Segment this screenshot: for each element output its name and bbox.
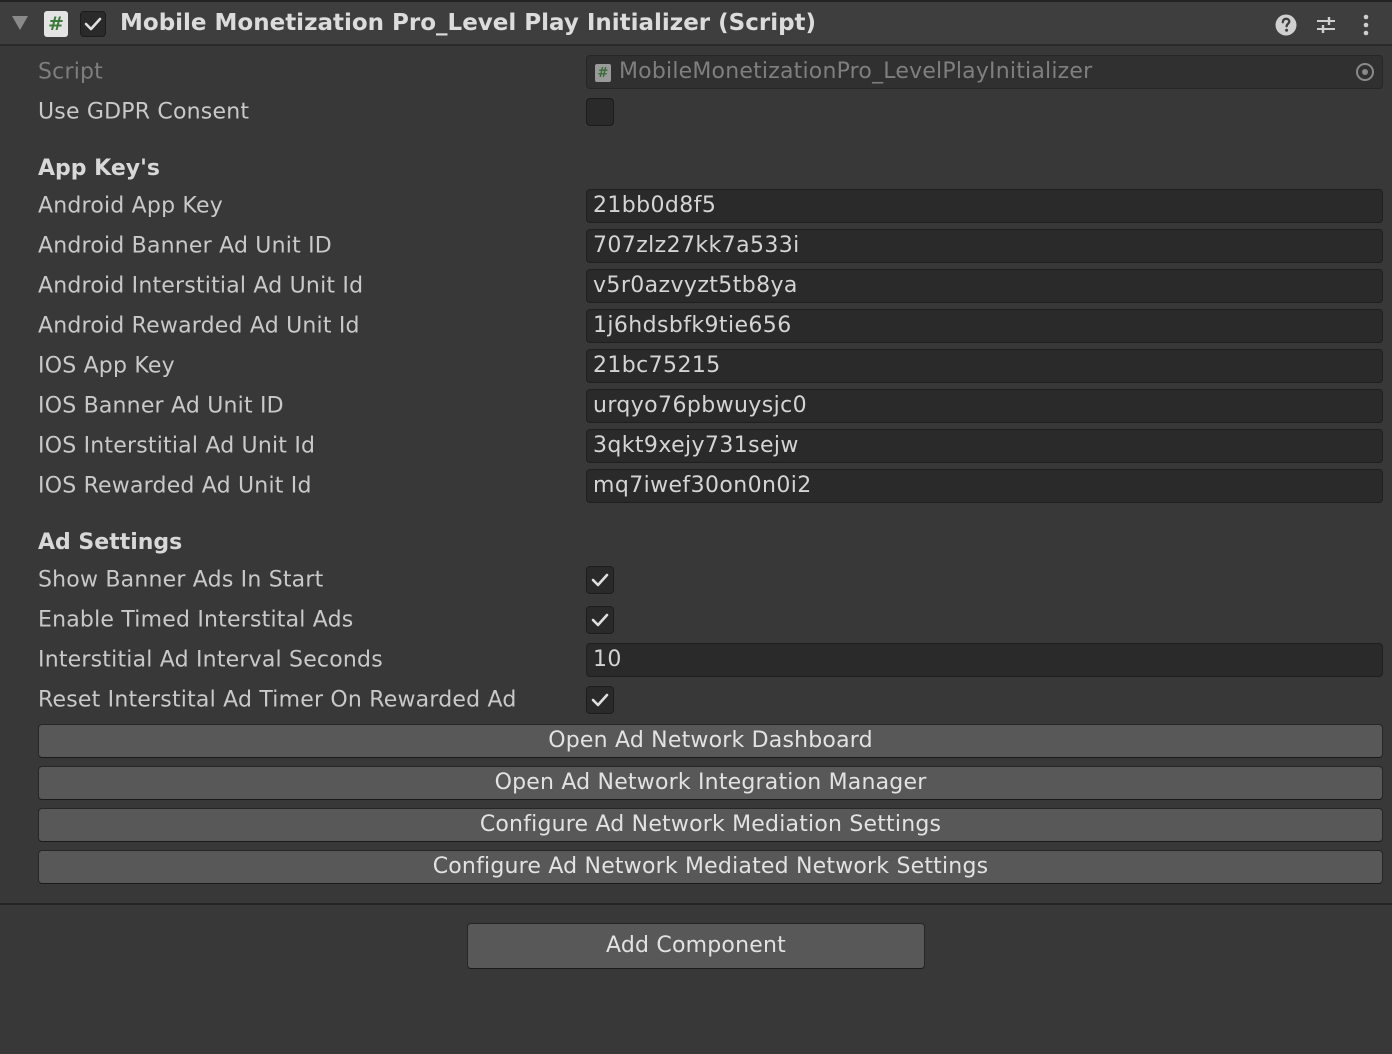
ios-app-key-row: IOS App Key 21bc75215: [0, 346, 1392, 386]
show-banner-row: Show Banner Ads In Start: [0, 560, 1392, 600]
ios-rewarded-ad-unit-row: IOS Rewarded Ad Unit Id mq7iwef30on0n0i2: [0, 466, 1392, 506]
ios-banner-ad-unit-input[interactable]: urqyo76pbwuysjc0: [586, 389, 1383, 423]
timed-interstitial-checkbox[interactable]: [586, 606, 614, 634]
show-banner-checkbox[interactable]: [586, 566, 614, 594]
android-interstitial-ad-unit-label: Android Interstitial Ad Unit Id: [38, 273, 364, 299]
android-interstitial-ad-unit-input[interactable]: v5r0azvyzt5tb8ya: [586, 269, 1383, 303]
android-app-key-input[interactable]: 21bb0d8f5: [586, 189, 1383, 223]
add-component-button[interactable]: Add Component: [467, 923, 925, 969]
checkmark-icon: [591, 693, 609, 707]
timed-interstitial-label: Enable Timed Interstital Ads: [38, 607, 354, 633]
ios-rewarded-ad-unit-label: IOS Rewarded Ad Unit Id: [38, 473, 312, 499]
open-integration-manager-button[interactable]: Open Ad Network Integration Manager: [38, 766, 1383, 800]
show-banner-label: Show Banner Ads In Start: [38, 567, 324, 593]
ios-banner-ad-unit-label: IOS Banner Ad Unit ID: [38, 393, 284, 419]
script-row: Script # MobileMonetizationPro_LevelPlay…: [0, 52, 1392, 92]
android-rewarded-ad-unit-label: Android Rewarded Ad Unit Id: [38, 313, 360, 339]
script-file-icon: #: [595, 64, 611, 82]
presets-sliders-icon[interactable]: [1313, 12, 1339, 38]
checkmark-icon: [84, 17, 102, 31]
reset-timer-row: Reset Interstital Ad Timer On Rewarded A…: [0, 680, 1392, 720]
configure-mediation-settings-button[interactable]: Configure Ad Network Mediation Settings: [38, 808, 1383, 842]
configure-mediated-network-settings-button[interactable]: Configure Ad Network Mediated Network Se…: [38, 850, 1383, 884]
open-dashboard-button[interactable]: Open Ad Network Dashboard: [38, 724, 1383, 758]
script-icon: #: [44, 11, 68, 37]
android-app-key-row: Android App Key 21bb0d8f5: [0, 186, 1392, 226]
component-header[interactable]: # Mobile Monetization Pro_Level Play Ini…: [0, 0, 1392, 46]
ios-app-key-input[interactable]: 21bc75215: [586, 349, 1383, 383]
gdpr-checkbox[interactable]: [586, 98, 614, 126]
more-options-icon[interactable]: [1353, 12, 1379, 38]
android-banner-ad-unit-row: Android Banner Ad Unit ID 707zlz27kk7a53…: [0, 226, 1392, 266]
component-enabled-checkbox[interactable]: [80, 11, 106, 37]
ios-banner-ad-unit-row: IOS Banner Ad Unit ID urqyo76pbwuysjc0: [0, 386, 1392, 426]
ad-settings-header: Ad Settings: [38, 530, 183, 555]
android-rewarded-ad-unit-input[interactable]: 1j6hdsbfk9tie656: [586, 309, 1383, 343]
component-divider: [0, 903, 1392, 905]
android-rewarded-ad-unit-row: Android Rewarded Ad Unit Id 1j6hdsbfk9ti…: [0, 306, 1392, 346]
ios-interstitial-ad-unit-label: IOS Interstitial Ad Unit Id: [38, 433, 316, 459]
reset-timer-checkbox[interactable]: [586, 686, 614, 714]
gdpr-row: Use GDPR Consent: [0, 92, 1392, 132]
interval-seconds-input[interactable]: 10: [586, 643, 1383, 677]
inspector-panel: # Mobile Monetization Pro_Level Play Ini…: [0, 0, 1392, 1054]
reset-timer-label: Reset Interstital Ad Timer On Rewarded A…: [38, 687, 517, 713]
script-label: Script: [38, 59, 104, 85]
interval-seconds-row: Interstitial Ad Interval Seconds 10: [0, 640, 1392, 680]
timed-interstitial-row: Enable Timed Interstital Ads: [0, 600, 1392, 640]
android-app-key-label: Android App Key: [38, 193, 223, 219]
help-icon[interactable]: [1273, 12, 1299, 38]
checkmark-icon: [591, 613, 609, 627]
ios-rewarded-ad-unit-input[interactable]: mq7iwef30on0n0i2: [586, 469, 1383, 503]
ios-interstitial-ad-unit-row: IOS Interstitial Ad Unit Id 3qkt9xejy731…: [0, 426, 1392, 466]
ios-app-key-label: IOS App Key: [38, 353, 175, 379]
script-object-value: MobileMonetizationPro_LevelPlayInitializ…: [619, 59, 1093, 84]
object-picker-icon[interactable]: [1356, 63, 1374, 81]
android-banner-ad-unit-input[interactable]: 707zlz27kk7a533i: [586, 229, 1383, 263]
component-title: Mobile Monetization Pro_Level Play Initi…: [120, 10, 817, 36]
interval-seconds-label: Interstitial Ad Interval Seconds: [38, 647, 383, 673]
foldout-arrow-icon[interactable]: [12, 16, 28, 30]
android-interstitial-ad-unit-row: Android Interstitial Ad Unit Id v5r0azvy…: [0, 266, 1392, 306]
android-banner-ad-unit-label: Android Banner Ad Unit ID: [38, 233, 332, 259]
checkmark-icon: [591, 573, 609, 587]
ios-interstitial-ad-unit-input[interactable]: 3qkt9xejy731sejw: [586, 429, 1383, 463]
gdpr-label: Use GDPR Consent: [38, 99, 250, 125]
app-keys-header: App Key's: [38, 156, 160, 181]
script-object-field[interactable]: # MobileMonetizationPro_LevelPlayInitial…: [586, 55, 1383, 89]
